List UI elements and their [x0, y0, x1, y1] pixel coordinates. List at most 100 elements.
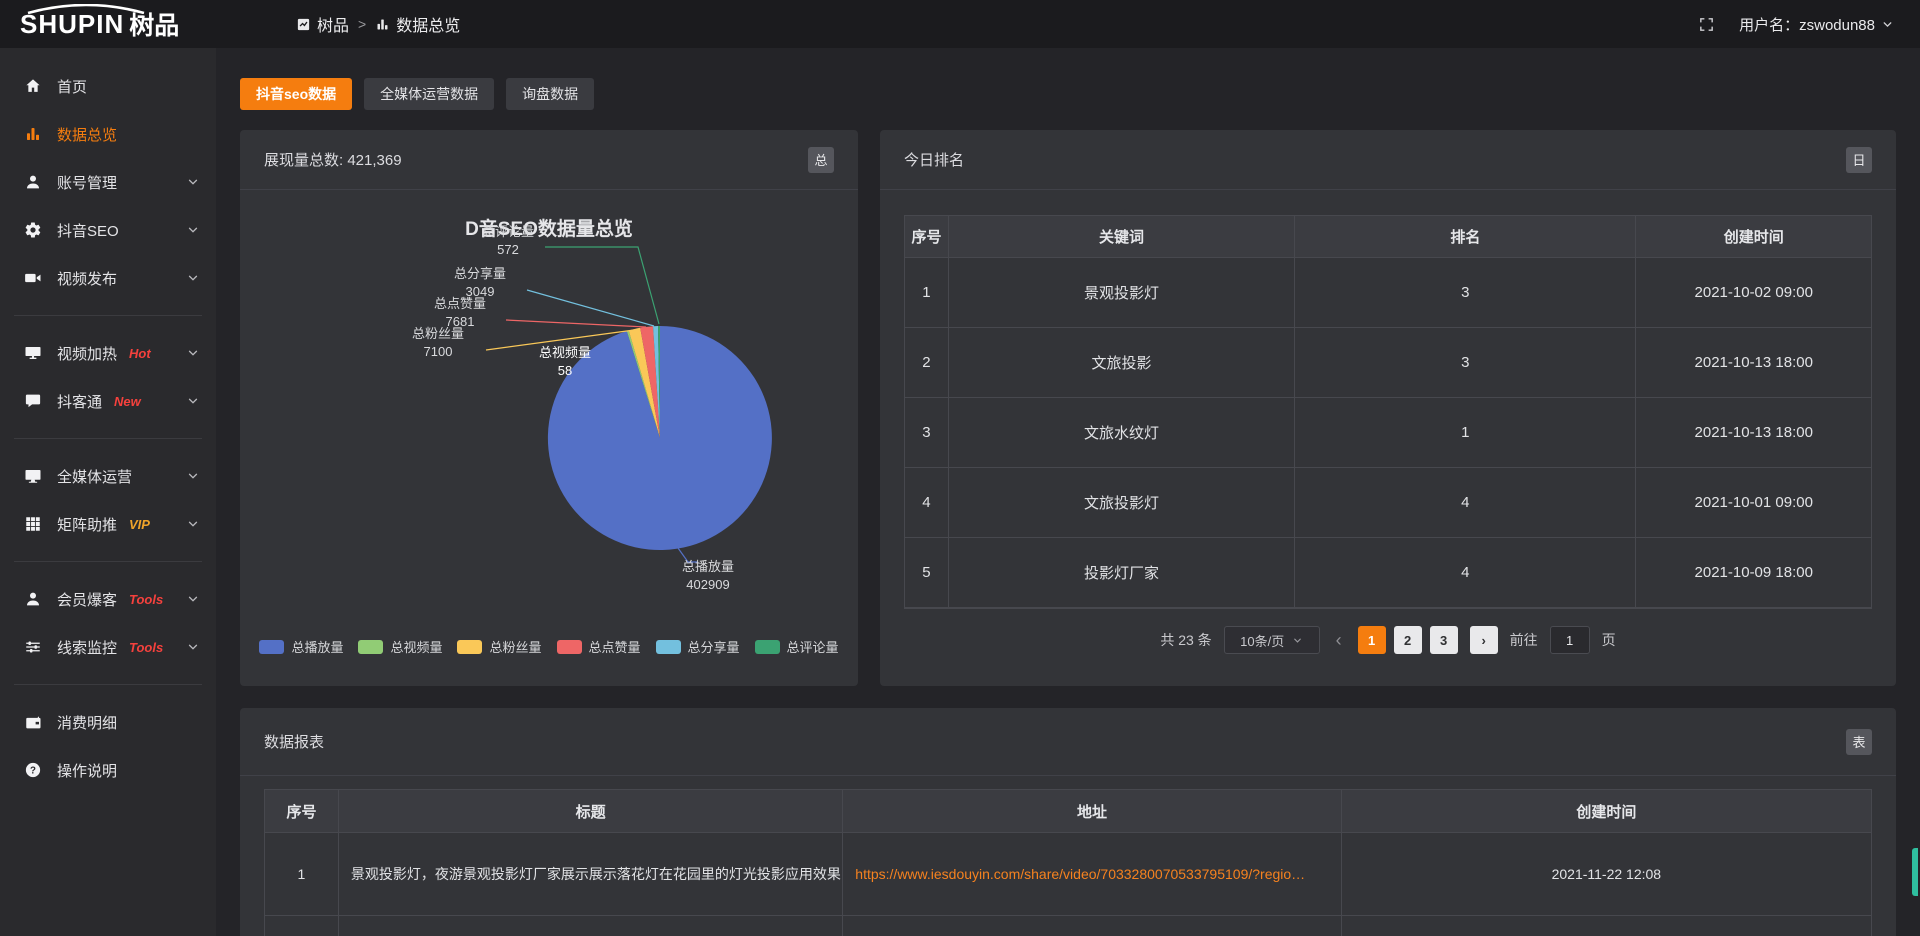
sidebar-item-label: 消费明细	[57, 712, 117, 733]
wallet-icon	[24, 713, 42, 731]
overview-card-header: 展现量总数: 421,369 总	[240, 130, 858, 190]
page-buttons: 123	[1358, 626, 1458, 654]
page-size-select[interactable]: 10条/页	[1224, 626, 1320, 654]
legend-item-总视频量[interactable]: 总视频量	[358, 637, 442, 656]
chart-icon	[24, 125, 42, 143]
chart-legend: 总播放量总视频量总粉丝量总点赞量总分享量 总评论量	[240, 637, 858, 656]
breadcrumb: 树品 > 数据总览	[296, 12, 460, 36]
sidebar-item-account-manage[interactable]: 账号管理	[0, 158, 216, 206]
sidebar-item-label: 会员爆客	[57, 589, 117, 610]
overview-card: 展现量总数: 421,369 总 D音SEO数据量总览 总播放量402909总视…	[240, 130, 858, 686]
page-button-1[interactable]: 1	[1358, 626, 1386, 654]
svg-text:?: ?	[30, 765, 36, 776]
pie-label-line	[506, 320, 646, 327]
table-header-row: 序号关键词排名创建时间	[905, 216, 1871, 258]
chevron-down-icon	[186, 592, 200, 606]
username-label: 用户名：zswodun88	[1739, 14, 1875, 35]
table-cell: 3	[1295, 328, 1636, 398]
legend-label: 总播放量	[291, 637, 343, 656]
legend-item-总分享量[interactable]: 总分享量	[656, 637, 740, 656]
edge-widget-sliver[interactable]	[1912, 848, 1918, 896]
legend-swatch	[755, 640, 780, 654]
column-header: 地址	[843, 790, 1341, 833]
chevron-down-icon	[186, 346, 200, 360]
breadcrumb-separator: >	[358, 16, 366, 32]
chevron-down-icon	[1881, 18, 1894, 31]
legend-label: 总评论量	[787, 637, 839, 656]
ranking-title: 今日排名	[904, 149, 964, 170]
legend-item-总评论量[interactable]: 总评论量	[755, 637, 839, 656]
table-cell: 2021-11-22 12:08	[1342, 833, 1871, 916]
sidebar-item-home[interactable]: 首页	[0, 62, 216, 110]
app-root: SHUPIN 树品 树品 > 数据总览	[0, 0, 1920, 936]
tab-inquiry-data[interactable]: 询盘数据	[506, 78, 594, 110]
sidebar-item-help[interactable]: ?操作说明	[0, 746, 216, 794]
legend-item-总点赞量[interactable]: 总点赞量	[557, 637, 641, 656]
tab-media-operation-data[interactable]: 全媒体运营数据	[364, 78, 494, 110]
day-badge-button[interactable]: 日	[1846, 147, 1872, 173]
sidebar-item-video-heat[interactable]: 视频加热Hot	[0, 329, 216, 377]
column-header: 创建时间	[1636, 216, 1871, 258]
pie-label-name: 总分享量	[454, 266, 506, 281]
sidebar-item-media-operation[interactable]: 全媒体运营	[0, 452, 216, 500]
sidebar-item-douketong[interactable]: 抖客通New	[0, 377, 216, 425]
fullscreen-icon[interactable]	[1698, 16, 1715, 33]
tab-douyin-seo-data[interactable]: 抖音seo数据	[240, 78, 352, 110]
total-badge-button[interactable]: 总	[808, 147, 834, 173]
sidebar-item-badge: Tools	[129, 640, 163, 655]
breadcrumb-label: 树品	[317, 12, 349, 36]
sidebar-item-matrix-boost[interactable]: 矩阵助推VIP	[0, 500, 216, 548]
bar-chart-icon	[375, 17, 390, 32]
column-header: 标题	[339, 790, 843, 833]
table-row: 1景观投影灯，夜游景观投影灯厂家展示展示落花灯在花园里的灯光投影应用效果 #ht…	[265, 833, 1871, 916]
table-cell: 投影灯厂家	[949, 538, 1295, 608]
question-icon: ?	[24, 761, 42, 779]
grid-icon	[24, 515, 42, 533]
table-cell: 2021-10-13 18:00	[1636, 328, 1871, 398]
table-cell: 2	[905, 328, 949, 398]
sidebar-item-consumption[interactable]: 消费明细	[0, 698, 216, 746]
legend-swatch	[457, 640, 482, 654]
goto-page-input[interactable]	[1550, 626, 1590, 654]
table-cell: 1	[905, 258, 949, 328]
page-button-2[interactable]: 2	[1394, 626, 1422, 654]
user-menu[interactable]: 用户名：zswodun88	[1739, 14, 1894, 35]
legend-item-总播放量[interactable]: 总播放量	[259, 637, 343, 656]
pie-label-value: 58	[558, 363, 572, 378]
column-header: 创建时间	[1342, 790, 1871, 833]
sidebar-item-data-overview[interactable]: 数据总览	[0, 110, 216, 158]
column-header: 序号	[905, 216, 949, 258]
chevron-down-icon	[186, 394, 200, 408]
sidebar-item-label: 视频加热	[57, 343, 117, 364]
pie-label-value: 7681	[446, 314, 475, 329]
sidebar-divider	[14, 315, 202, 316]
table-badge-button[interactable]: 表	[1846, 729, 1872, 755]
table-row: 5投影灯厂家42021-10-09 18:00	[905, 538, 1871, 608]
table-cell: 文旅投影	[949, 328, 1295, 398]
sidebar-item-clue-monitor[interactable]: 线索监控Tools	[0, 623, 216, 671]
table-cell: 4	[905, 468, 949, 538]
prev-page-button[interactable]: ‹	[1332, 631, 1346, 649]
legend-swatch	[656, 640, 681, 654]
app-window-icon	[296, 17, 311, 32]
report-link[interactable]: https://www.iesdouyin.com/share/video/70…	[855, 866, 1305, 882]
breadcrumb-item-home[interactable]: 树品	[296, 12, 349, 36]
breadcrumb-item-current[interactable]: 数据总览	[375, 12, 460, 36]
pie-label-value: 572	[497, 242, 519, 257]
next-page-button[interactable]: ›	[1470, 626, 1498, 654]
sidebar-item-member-baoke[interactable]: 会员爆客Tools	[0, 575, 216, 623]
page-button-3[interactable]: 3	[1430, 626, 1458, 654]
table-cell: 5	[905, 538, 949, 608]
table-row: 4文旅投影灯42021-10-01 09:00	[905, 468, 1871, 538]
table-cell	[843, 916, 1341, 936]
ranking-card: 今日排名 日 序号关键词排名创建时间1景观投影灯32021-10-02 09:0…	[880, 130, 1896, 686]
table-cell: 2021-10-01 09:00	[1636, 468, 1871, 538]
legend-item-总粉丝量[interactable]: 总粉丝量	[457, 637, 541, 656]
sidebar-item-douyin-seo[interactable]: 抖音SEO	[0, 206, 216, 254]
chevron-down-icon	[186, 517, 200, 531]
pie-label-value: 7100	[424, 344, 453, 359]
sidebar-item-video-publish[interactable]: 视频发布	[0, 254, 216, 302]
pagination: 共 23 条 10条/页 ‹ 123 › 前往 页	[880, 626, 1896, 654]
logo-arc	[22, 4, 150, 14]
goto-label: 前往	[1510, 630, 1538, 650]
